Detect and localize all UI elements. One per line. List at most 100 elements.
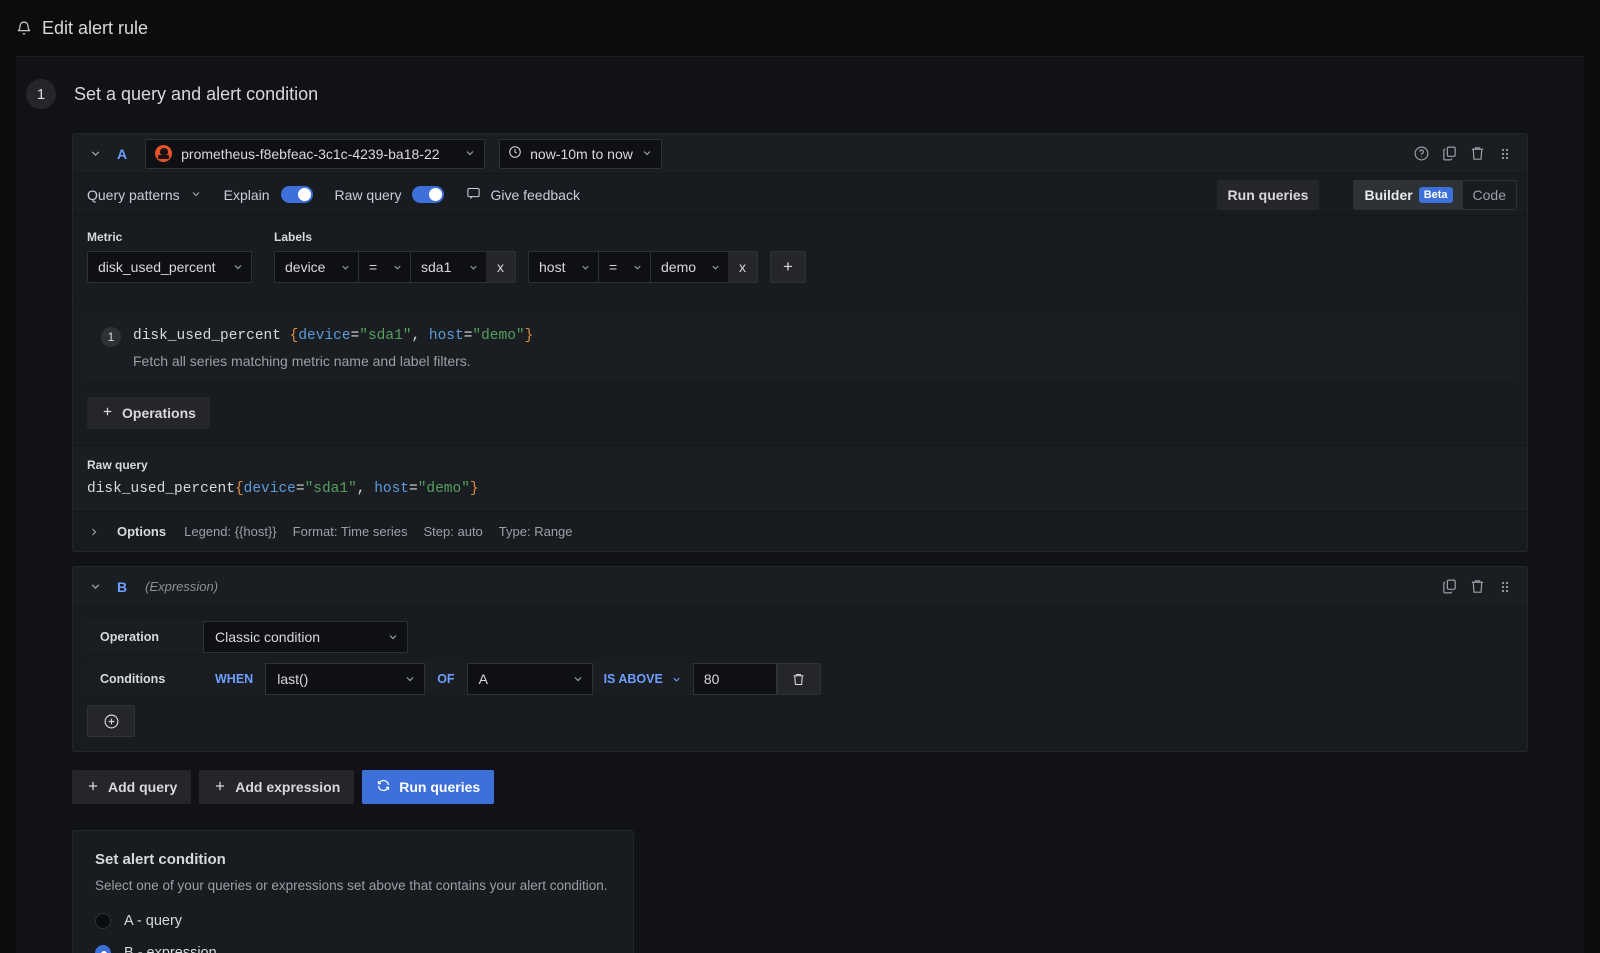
query-builder: Metric disk_used_percent Labels device: [73, 216, 1527, 300]
run-queries-label: Run queries: [399, 779, 480, 795]
chevron-down-icon: [387, 631, 399, 643]
metric-label: Metric: [87, 230, 252, 244]
raw-query-toggle[interactable]: Raw query: [335, 186, 445, 203]
drag-handle-icon[interactable]: [1491, 573, 1519, 601]
raw-query-title: Raw query: [87, 458, 1513, 472]
query-row-b: B (Expression): [72, 566, 1528, 752]
plus-icon: [213, 779, 227, 796]
label-op-select[interactable]: =: [358, 251, 410, 283]
chevron-down-icon: [340, 262, 351, 273]
explain-close-brace: }: [525, 328, 534, 344]
add-label-filter-button[interactable]: +: [770, 251, 806, 283]
reducer-select[interactable]: last(): [265, 663, 425, 695]
bell-icon: [16, 20, 32, 36]
delete-condition-button[interactable]: [777, 663, 821, 695]
step-body: A prometheus-f8ebfeac-3c1c-4239-ba18-22: [16, 109, 1584, 953]
run-queries-toolbar-button[interactable]: Run queries: [1217, 180, 1320, 210]
evaluator-select[interactable]: IS ABOVE: [593, 663, 693, 695]
mode-builder-tab[interactable]: Builder Beta: [1354, 181, 1462, 209]
label-op: =: [609, 259, 617, 275]
editor-mode-toggle: Builder Beta Code: [1353, 180, 1517, 210]
explain-switch[interactable]: [281, 186, 313, 203]
chevron-down-icon: [671, 674, 682, 685]
explain-toggle[interactable]: Explain: [224, 186, 313, 203]
radio-button[interactable]: [95, 913, 111, 929]
label-op-select[interactable]: =: [598, 251, 650, 283]
time-range-picker[interactable]: now-10m to now: [499, 139, 662, 169]
collapse-chevron-icon[interactable]: [85, 580, 105, 593]
add-expression-button[interactable]: Add expression: [199, 770, 354, 804]
step-section: 1 Set a query and alert condition A prom…: [16, 56, 1584, 953]
query-ref-value: A: [479, 671, 488, 687]
option-a-label: A - query: [124, 913, 182, 929]
alert-condition-option-a[interactable]: A - query: [95, 913, 611, 929]
run-queries-button[interactable]: Run queries: [362, 770, 494, 804]
operation-label: Operation: [87, 621, 203, 653]
add-condition-button[interactable]: [87, 705, 135, 737]
remove-label-filter-button[interactable]: x: [728, 251, 758, 283]
raw-query-block: Raw query disk_used_percent{device="sda1…: [73, 445, 1527, 512]
radio-button[interactable]: [95, 945, 111, 953]
raw-query-label: Raw query: [335, 187, 402, 203]
query-ref-select[interactable]: A: [467, 663, 593, 695]
add-query-button[interactable]: Add query: [72, 770, 191, 804]
explain-block: 1 disk_used_percent {device="sda1", host…: [87, 314, 1513, 381]
expression-note: (Expression): [145, 579, 218, 594]
label-key-select[interactable]: device: [274, 251, 358, 283]
raw-open-brace: {: [235, 481, 244, 497]
label-value-select[interactable]: sda1: [410, 251, 486, 283]
label-op: =: [369, 259, 377, 275]
plus-icon: [86, 779, 100, 796]
chevron-down-icon: [464, 146, 476, 162]
label-value-select[interactable]: demo: [650, 251, 728, 283]
threshold-input[interactable]: [693, 663, 777, 695]
raw-query-switch[interactable]: [412, 186, 444, 203]
refresh-icon: [376, 778, 391, 796]
chevron-down-icon: [641, 146, 653, 162]
chevron-down-icon: [404, 673, 416, 685]
help-icon[interactable]: [1407, 140, 1435, 168]
chevron-down-icon: [232, 261, 244, 273]
alert-condition-option-b[interactable]: B - expression: [95, 945, 611, 953]
metric-select[interactable]: disk_used_percent: [87, 251, 252, 283]
drag-handle-icon[interactable]: [1491, 140, 1519, 168]
when-keyword: WHEN: [203, 663, 265, 695]
expression-body: Operation Classic condition Conditions W…: [73, 607, 1527, 751]
query-options-row[interactable]: Options Legend: {{host}} Format: Time se…: [73, 512, 1527, 551]
add-query-label: Add query: [108, 779, 177, 795]
copy-icon[interactable]: [1435, 140, 1463, 168]
query-patterns-dropdown[interactable]: Query patterns: [87, 187, 202, 203]
trash-icon[interactable]: [1463, 140, 1491, 168]
raw-label-op: =: [409, 481, 418, 497]
chevron-right-icon: [87, 526, 101, 538]
option-b-label: B - expression: [124, 945, 217, 953]
copy-icon[interactable]: [1435, 573, 1463, 601]
collapse-chevron-icon[interactable]: [85, 147, 105, 160]
operations-area: Operations: [73, 381, 1527, 445]
give-feedback-link[interactable]: Give feedback: [466, 186, 580, 204]
alert-condition-title: Set alert condition: [95, 851, 611, 868]
query-row-a: A prometheus-f8ebfeac-3c1c-4239-ba18-22: [72, 133, 1528, 552]
query-a-refid[interactable]: A: [117, 146, 127, 162]
operation-select[interactable]: Classic condition: [203, 621, 408, 653]
comment-icon: [466, 186, 481, 204]
evaluator-value: IS ABOVE: [604, 672, 663, 686]
add-operations-button[interactable]: Operations: [87, 397, 210, 429]
datasource-picker[interactable]: prometheus-f8ebfeac-3c1c-4239-ba18-22: [145, 139, 485, 169]
options-format: Format: Time series: [293, 524, 408, 539]
trash-icon[interactable]: [1463, 573, 1491, 601]
label-filters: device = sda1: [274, 251, 806, 283]
datasource-name: prometheus-f8ebfeac-3c1c-4239-ba18-22: [181, 146, 439, 162]
query-b-refid[interactable]: B: [117, 579, 127, 595]
chevron-down-icon: [632, 262, 643, 273]
label-key-select[interactable]: host: [528, 251, 598, 283]
time-range-value: now-10m to now: [530, 146, 633, 162]
mode-code-tab[interactable]: Code: [1463, 181, 1516, 209]
remove-label-filter-button[interactable]: x: [486, 251, 516, 283]
conditions-label: Conditions: [87, 663, 203, 695]
explain-metric: disk_used_percent: [133, 328, 281, 344]
labels-field: Labels device =: [274, 230, 806, 283]
raw-query-code: disk_used_percent{device="sda1", host="d…: [87, 481, 1513, 497]
query-b-header: B (Expression): [73, 567, 1527, 607]
metric-value: disk_used_percent: [98, 259, 216, 275]
